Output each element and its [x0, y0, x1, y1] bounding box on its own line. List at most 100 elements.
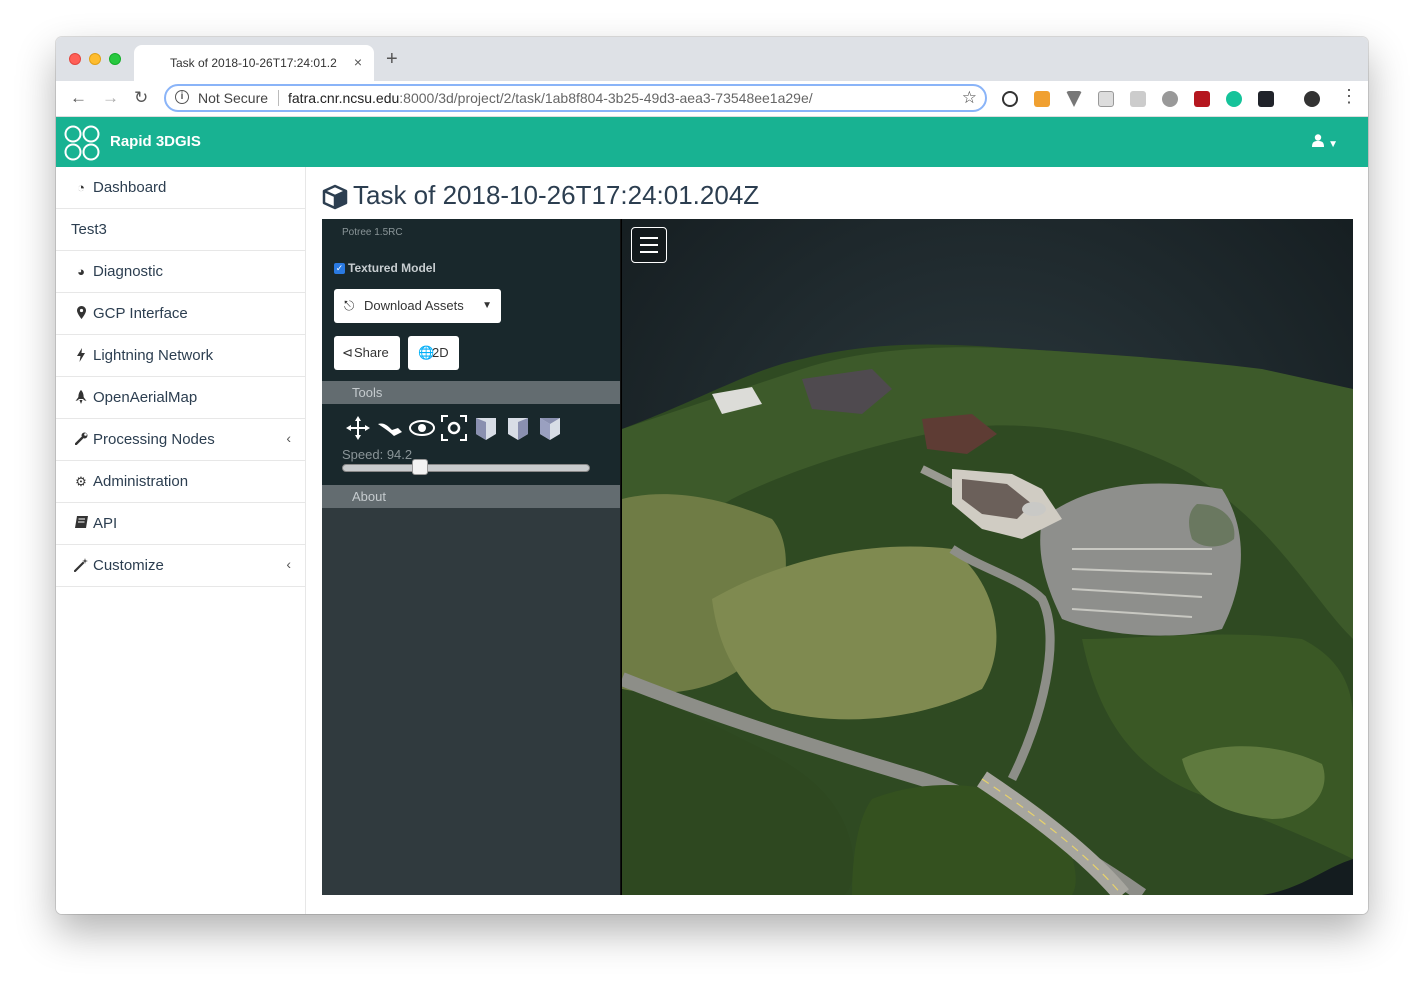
extension-info-icon[interactable] — [1002, 91, 1018, 107]
potree-viewer: Potree 1.5RC ✓ Textured Model ⎋ Download… — [322, 219, 1353, 895]
textured-model-toggle[interactable]: ✓ Textured Model — [334, 261, 436, 275]
close-window-button[interactable] — [69, 53, 81, 65]
app-header: Rapid 3DGIS ▼ — [56, 117, 1368, 167]
tools-panel: Speed: 94.2 — [322, 404, 620, 485]
sidebar-item-processing-nodes[interactable]: Processing Nodes ‹ — [56, 419, 305, 461]
back-icon[interactable]: ← — [70, 88, 87, 108]
caret-down-icon: ▼ — [482, 300, 492, 311]
chevron-left-icon[interactable]: ‹ — [286, 430, 291, 446]
sidebar-item-customize[interactable]: Customize ‹ — [56, 545, 305, 587]
menu-bar — [640, 251, 658, 253]
sidebar-item-label: Dashboard — [93, 179, 167, 196]
omnibox-divider — [278, 90, 279, 106]
sidebar-item-administration[interactable]: ⚙ Administration — [56, 461, 305, 503]
sidebar-item-openaerialmap[interactable]: OpenAerialMap — [56, 377, 305, 419]
magic-icon — [73, 558, 89, 575]
tab-bar: Task of 2018-10-26T17:24:01.2 × + — [56, 37, 1368, 81]
sidebar-item-lightning-network[interactable]: Lightning Network — [56, 335, 305, 377]
tools-section-header[interactable]: Tools — [322, 381, 620, 404]
about-section-header[interactable]: About — [322, 485, 620, 508]
orbit-controls-icon[interactable] — [408, 414, 436, 442]
maximize-window-button[interactable] — [109, 53, 121, 65]
sidebar-item-test3[interactable]: Test3 — [56, 209, 305, 251]
book-icon — [73, 516, 89, 531]
aerial-3d-model-image — [619, 219, 1353, 895]
chevron-down-icon: ▼ — [1328, 139, 1338, 150]
chevron-left-icon[interactable]: ‹ — [286, 556, 291, 572]
menu-toggle-button[interactable] — [631, 227, 667, 263]
browser-menu-icon[interactable]: ⋮ — [1340, 86, 1358, 107]
3d-model-canvas[interactable] — [619, 219, 1353, 895]
focus-icon[interactable] — [440, 414, 468, 442]
extension-a-icon[interactable] — [1162, 91, 1178, 107]
url-text[interactable]: fatra.cnr.ncsu.edu:8000/3d/project/2/tas… — [288, 90, 813, 106]
sidebar-item-label: API — [93, 515, 118, 532]
sidebar: ◔ Dashboard Test3 ◕ Diagnostic GCP Inter… — [56, 167, 306, 914]
tools-heading: Tools — [352, 385, 383, 400]
download-icon: ⎋ — [344, 298, 355, 313]
textured-model-label: Textured Model — [348, 261, 436, 275]
potree-sidebar: Potree 1.5RC ✓ Textured Model ⎋ Download… — [322, 219, 621, 895]
front-view-icon[interactable] — [504, 414, 532, 442]
browser-tab[interactable]: Task of 2018-10-26T17:24:01.2 × — [134, 45, 374, 81]
share-icon: ⊲ — [342, 345, 353, 360]
map-marker-icon — [73, 306, 89, 322]
extension-vue-icon[interactable] — [1066, 91, 1082, 107]
share-label: Share — [354, 345, 389, 360]
bolt-icon — [73, 348, 89, 365]
potree-version: Potree 1.5RC — [342, 227, 403, 238]
profile-avatar[interactable] — [1304, 91, 1320, 107]
speed-label: Speed: 94.2 — [342, 447, 413, 462]
menu-bar — [640, 237, 658, 239]
url-input[interactable]: i Not Secure fatra.cnr.ncsu.edu:8000/3d/… — [164, 84, 987, 112]
globe-icon: 🌐 — [418, 345, 435, 360]
forward-icon[interactable]: → — [102, 88, 119, 108]
tab-close-icon[interactable]: × — [354, 54, 362, 70]
sidebar-item-api[interactable]: API — [56, 503, 305, 545]
fly-controls-icon[interactable] — [376, 414, 404, 442]
sidebar-item-dashboard[interactable]: ◔ Dashboard — [56, 167, 305, 209]
address-bar: ← → ↻ i Not Secure fatra.cnr.ncsu.edu:80… — [56, 81, 1368, 117]
info-icon[interactable]: i — [175, 90, 189, 104]
reload-icon[interactable]: ↻ — [134, 88, 148, 108]
sidebar-item-gcp-interface[interactable]: GCP Interface — [56, 293, 305, 335]
sidebar-item-label: Diagnostic — [93, 263, 164, 280]
browser-window: Task of 2018-10-26T17:24:01.2 × + ← → ↻ … — [56, 37, 1368, 914]
share-button[interactable]: ⊲ Share — [334, 336, 400, 370]
extension-doc-icon[interactable] — [1098, 91, 1114, 107]
logo-icon[interactable] — [64, 125, 100, 161]
security-label[interactable]: Not Secure — [198, 90, 268, 106]
extension-grammarly-icon[interactable] — [1226, 91, 1242, 107]
pie-chart-icon: ◕ — [77, 264, 85, 279]
sidebar-item-label: Administration — [93, 473, 189, 490]
url-host: fatra.cnr.ncsu.edu — [288, 90, 400, 106]
bookmark-star-icon[interactable]: ☆ — [962, 88, 977, 108]
new-tab-button[interactable]: + — [386, 48, 398, 71]
speed-slider[interactable] — [342, 464, 590, 472]
about-heading: About — [352, 489, 386, 504]
brand-name[interactable]: Rapid 3DGIS — [110, 133, 201, 150]
extension-mega-icon[interactable] — [1194, 91, 1210, 107]
extension-honey-icon[interactable] — [1034, 91, 1050, 107]
extension-react-icon[interactable] — [1258, 91, 1274, 107]
speed-slider-handle[interactable] — [411, 459, 428, 475]
sidebar-item-label: Customize — [93, 557, 164, 574]
earth-controls-icon[interactable] — [344, 414, 372, 442]
potree-header: Potree 1.5RC — [322, 219, 620, 245]
user-menu[interactable]: ▼ — [1312, 134, 1338, 150]
textured-model-checkbox[interactable]: ✓ — [334, 262, 345, 274]
left-view-icon[interactable] — [472, 414, 500, 442]
view-2d-button[interactable]: 🌐 2D — [408, 336, 459, 370]
extension-cloudhq-icon[interactable] — [1130, 91, 1146, 107]
cogs-icon: ⚙ — [75, 474, 87, 489]
sidebar-item-label: Processing Nodes — [93, 431, 215, 448]
sidebar-item-diagnostic[interactable]: ◕ Diagnostic — [56, 251, 305, 293]
top-view-icon[interactable] — [536, 414, 564, 442]
view-2d-label: 2D — [432, 345, 449, 360]
download-assets-button[interactable]: ⎋ Download Assets ▼ — [334, 289, 501, 323]
wrench-icon — [73, 432, 89, 448]
minimize-window-button[interactable] — [89, 53, 101, 65]
cube-icon — [322, 184, 348, 210]
tab-title: Task of 2018-10-26T17:24:01.2 — [170, 56, 337, 70]
rocket-icon — [73, 390, 89, 407]
